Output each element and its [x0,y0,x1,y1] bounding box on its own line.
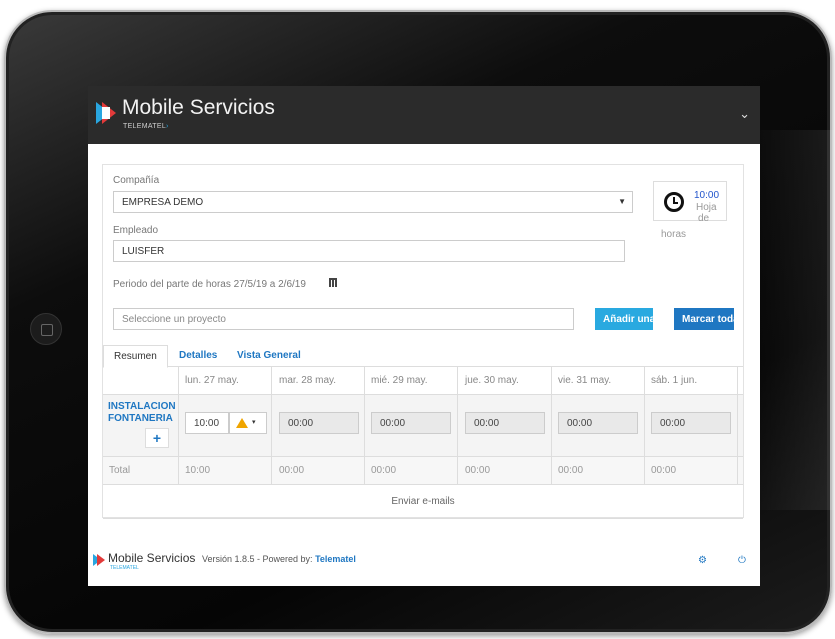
day-header: mar. 28 may. [279,375,337,386]
total-value: 00:00 [651,465,677,476]
total-label: Total [109,465,131,476]
footer-version-text: Versión 1.8.5 - Powered by: [202,554,313,564]
app-logo-icon [96,102,116,124]
employee-field[interactable]: LUISFER [113,240,625,262]
grid-divider [551,367,552,485]
day-header: sáb. 1 jun. [651,375,698,386]
grid-header-row: lun. 27 may. mar. 28 may. mié. 29 may. j… [103,367,743,395]
app-subtitle-text: TELEMATEL [123,123,167,130]
app-footer: Mobile Servicios TELEMATEL Versión 1.8.5… [88,548,760,578]
footer-brand-link[interactable]: Telematel [315,554,356,564]
day-header: mié. 29 may. [371,375,428,386]
send-emails-button[interactable]: Enviar e-mails [103,496,743,507]
clock-label-line1: Hoja [696,202,717,213]
footer-version: Versión 1.8.5 - Powered by: Telematel [202,554,356,564]
hours-input[interactable]: 00:00 [651,412,731,434]
hours-input[interactable]: 00:00 [558,412,638,434]
tab-detalles[interactable]: Detalles [169,345,227,367]
footer-subtitle: TELEMATEL [110,565,139,571]
hours-input[interactable]: 10:00 [185,412,229,434]
warning-icon [236,418,248,428]
grid-divider [364,367,365,485]
mark-all-button[interactable]: Marcar toda [674,308,734,330]
company-select-value: EMPRESA DEMO [122,197,204,208]
clock-label-line2: de [698,213,710,224]
app-screen: Mobile Servicios TELEMATEL› ⌄ Compañía E… [88,86,760,586]
app-header: Mobile Servicios TELEMATEL› ⌄ [88,86,760,144]
hours-input[interactable]: 00:00 [371,412,451,434]
project-name-line1: INSTALACION [108,401,176,412]
gear-icon[interactable]: ⚙ [698,556,708,566]
timesheet-panel: Compañía EMPRESA DEMO ▼ Empleado LUISFER… [102,164,744,519]
warning-caret: ▾ [252,419,256,426]
send-emails-row[interactable]: Enviar e-mails [103,485,743,519]
grid-divider [737,367,738,485]
clock-icon [664,192,684,212]
grid-divider [457,367,458,485]
warning-dropdown-button[interactable]: ▾ [229,412,267,434]
footer-logo-icon [93,554,105,566]
hours-input[interactable]: 00:00 [465,412,545,434]
app-title: Mobile Servicios [122,96,275,119]
tab-bar: Resumen Detalles Vista General [103,345,743,368]
total-value: 10:00 [185,465,211,476]
home-button[interactable] [30,313,62,345]
company-select[interactable]: EMPRESA DEMO ▼ [113,191,633,213]
clock-time: 10:00 [694,190,720,201]
chevron-down-icon[interactable]: ⌄ [739,106,750,122]
hours-input[interactable]: 00:00 [279,412,359,434]
add-entry-button[interactable]: + [145,428,169,448]
total-value: 00:00 [558,465,584,476]
grid-divider [644,367,645,485]
total-value: 00:00 [279,465,305,476]
power-icon[interactable]: ⏻ [738,556,748,566]
day-header: lun. 27 may. [185,375,239,386]
app-subtitle: TELEMATEL› [123,123,169,130]
clock-label-line3: horas [661,229,687,240]
total-value: 00:00 [371,465,397,476]
project-name-link[interactable]: INSTALACION FONTANERIA [108,401,178,425]
grid-divider [271,367,272,485]
project-row: INSTALACION FONTANERIA + 10:00 ▾ 00:00 0… [103,395,743,457]
calendar-icon[interactable] [329,278,337,287]
project-select[interactable]: Seleccione un proyecto [113,308,574,330]
day-header: vie. 31 may. [558,375,612,386]
total-row: Total 10:00 00:00 00:00 00:00 00:00 00:0… [103,457,743,485]
add-line-button[interactable]: Añadir una l [595,308,653,330]
footer-title: Mobile Servicios [108,551,196,565]
project-name-line2: FONTANERIA [108,413,173,424]
period-text: Periodo del parte de horas 27/5/19 a 2/6… [113,279,306,290]
tab-resumen[interactable]: Resumen [103,345,168,368]
timesheet-clock-widget[interactable]: 10:00 Hoja de [653,181,727,224]
company-label: Compañía [113,175,160,186]
day-header: jue. 30 may. [465,375,519,386]
grid-divider [178,367,179,485]
employee-label: Empleado [113,225,159,236]
app-subtitle-arrow: › [166,123,169,130]
tab-vista-general[interactable]: Vista General [227,345,311,367]
total-value: 00:00 [465,465,491,476]
select-caret-icon: ▼ [618,197,626,206]
